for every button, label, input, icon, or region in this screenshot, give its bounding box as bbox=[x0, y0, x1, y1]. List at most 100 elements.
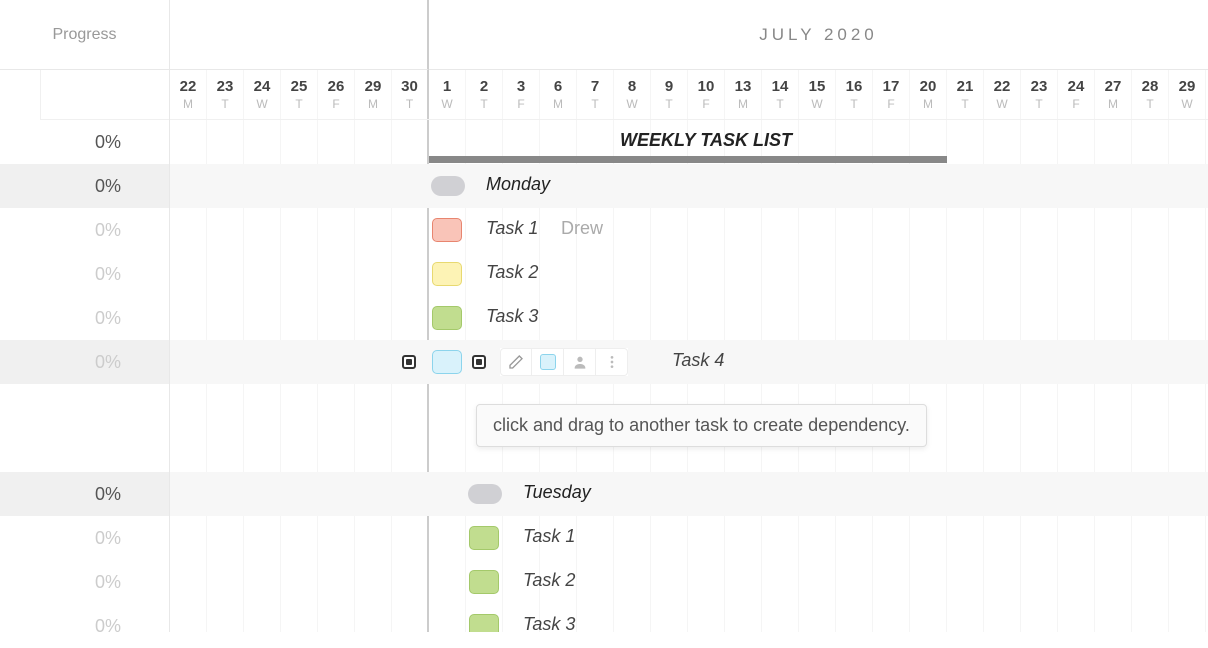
date-weekday: T bbox=[406, 97, 413, 111]
progress-value: 0% bbox=[0, 560, 169, 604]
date-column[interactable]: 30T bbox=[392, 70, 429, 119]
progress-value: 0% bbox=[0, 120, 169, 164]
dependency-handle-left[interactable] bbox=[402, 355, 416, 369]
date-column[interactable]: 14 T bbox=[762, 70, 799, 119]
date-weekday: T bbox=[850, 97, 857, 111]
date-column[interactable]: 15W bbox=[799, 70, 836, 119]
date-column[interactable]: 16T bbox=[836, 70, 873, 119]
date-weekday: F bbox=[702, 97, 709, 111]
progress-value: 0% bbox=[0, 472, 169, 516]
month-label: JULY 2020 bbox=[429, 0, 1208, 70]
date-column[interactable]: 25T bbox=[281, 70, 318, 119]
task-label: Task 1 bbox=[523, 526, 575, 547]
date-number: 29 bbox=[1179, 78, 1196, 95]
date-weekday: F bbox=[517, 97, 524, 111]
task-bar[interactable] bbox=[469, 614, 499, 632]
date-number: 29 bbox=[365, 78, 382, 95]
task-toolbar bbox=[500, 348, 628, 376]
date-number: 22 bbox=[994, 78, 1011, 95]
task-bar[interactable] bbox=[432, 306, 462, 330]
task-row[interactable]: Task 2 bbox=[170, 560, 1208, 604]
summary-title: WEEKLY TASK LIST bbox=[620, 130, 792, 151]
dependency-tooltip: click and drag to another task to create… bbox=[476, 404, 927, 447]
progress-value: 0% bbox=[0, 164, 169, 208]
progress-value: 0% bbox=[0, 252, 169, 296]
task-bar[interactable] bbox=[432, 350, 462, 374]
date-number: 8 bbox=[628, 78, 636, 95]
color-swatch-icon bbox=[540, 354, 556, 370]
date-column[interactable]: 3F bbox=[503, 70, 540, 119]
date-weekday: T bbox=[961, 97, 968, 111]
date-weekday: T bbox=[1146, 97, 1153, 111]
more-button[interactable] bbox=[596, 348, 628, 376]
task-row[interactable]: Task 3 bbox=[170, 296, 1208, 340]
task-row[interactable]: Task 4 bbox=[170, 340, 1208, 384]
date-column[interactable]: 24W bbox=[244, 70, 281, 119]
date-column[interactable]: 22M bbox=[170, 70, 207, 119]
date-number: 25 bbox=[291, 78, 308, 95]
date-weekday: M bbox=[553, 97, 563, 111]
pencil-icon bbox=[508, 354, 524, 370]
task-row[interactable]: Task 2 bbox=[170, 252, 1208, 296]
date-number: 6 bbox=[554, 78, 562, 95]
date-number: 10 bbox=[698, 78, 715, 95]
date-number: 26 bbox=[328, 78, 345, 95]
date-column[interactable]: 27M bbox=[1095, 70, 1132, 119]
date-weekday: T bbox=[480, 97, 487, 111]
date-column[interactable]: 8W bbox=[614, 70, 651, 119]
assign-button[interactable] bbox=[564, 348, 596, 376]
edit-button[interactable] bbox=[500, 348, 532, 376]
date-column[interactable]: 20M bbox=[910, 70, 947, 119]
date-number: 7 bbox=[591, 78, 599, 95]
date-column[interactable]: 23 T bbox=[207, 70, 244, 119]
person-icon bbox=[572, 354, 588, 370]
date-number: 24 bbox=[254, 78, 271, 95]
date-column[interactable]: 21T bbox=[947, 70, 984, 119]
date-weekday: T bbox=[591, 97, 598, 111]
date-column[interactable]: 29W bbox=[1169, 70, 1206, 119]
date-column[interactable]: 9T bbox=[651, 70, 688, 119]
date-number: 14 bbox=[772, 78, 789, 95]
dependency-handle-right[interactable] bbox=[472, 355, 486, 369]
color-button[interactable] bbox=[532, 348, 564, 376]
task-label: Task 3 bbox=[523, 614, 575, 632]
date-column[interactable]: 2T bbox=[466, 70, 503, 119]
task-bar[interactable] bbox=[469, 526, 499, 550]
day-pill[interactable] bbox=[468, 484, 502, 504]
progress-value bbox=[0, 428, 169, 472]
task-label: Task 4 bbox=[672, 350, 724, 371]
summary-row: WEEKLY TASK LIST bbox=[170, 120, 1208, 164]
progress-value bbox=[0, 384, 169, 428]
date-number: 13 bbox=[735, 78, 752, 95]
date-column[interactable]: 23T bbox=[1021, 70, 1058, 119]
task-row[interactable]: Task 3 bbox=[170, 604, 1208, 632]
task-bar[interactable] bbox=[432, 218, 462, 242]
date-column[interactable]: 1W bbox=[429, 70, 466, 119]
date-number: 27 bbox=[1105, 78, 1122, 95]
progress-sidebar: Progress 0%0%0%0%0%0%0%0%0%0% bbox=[0, 0, 170, 632]
date-column[interactable]: 26 F bbox=[318, 70, 355, 119]
task-row[interactable]: Task 1Drew bbox=[170, 208, 1208, 252]
date-column[interactable]: 10 F bbox=[688, 70, 725, 119]
task-bar[interactable] bbox=[469, 570, 499, 594]
day-pill[interactable] bbox=[431, 176, 465, 196]
date-header: 22M23T24W25T26F29M30T1W2T3F6M7T8W9T10F13… bbox=[170, 70, 1208, 120]
date-column[interactable]: 24F bbox=[1058, 70, 1095, 119]
date-column[interactable]: 7T bbox=[577, 70, 614, 119]
date-number: 2 bbox=[480, 78, 488, 95]
date-weekday: M bbox=[368, 97, 378, 111]
task-bar[interactable] bbox=[432, 262, 462, 286]
date-weekday: T bbox=[776, 97, 783, 111]
date-column[interactable]: 17F bbox=[873, 70, 910, 119]
date-column[interactable]: 28T bbox=[1132, 70, 1169, 119]
date-weekday: W bbox=[441, 97, 452, 111]
date-column[interactable]: 6M bbox=[540, 70, 577, 119]
task-row[interactable]: Task 1 bbox=[170, 516, 1208, 560]
date-column[interactable]: 13M bbox=[725, 70, 762, 119]
date-column[interactable]: 22W bbox=[984, 70, 1021, 119]
date-weekday: F bbox=[332, 97, 339, 111]
date-column[interactable]: 29 M bbox=[355, 70, 392, 119]
date-number: 23 bbox=[217, 78, 234, 95]
date-weekday: T bbox=[221, 97, 228, 111]
summary-bar[interactable] bbox=[429, 156, 947, 163]
